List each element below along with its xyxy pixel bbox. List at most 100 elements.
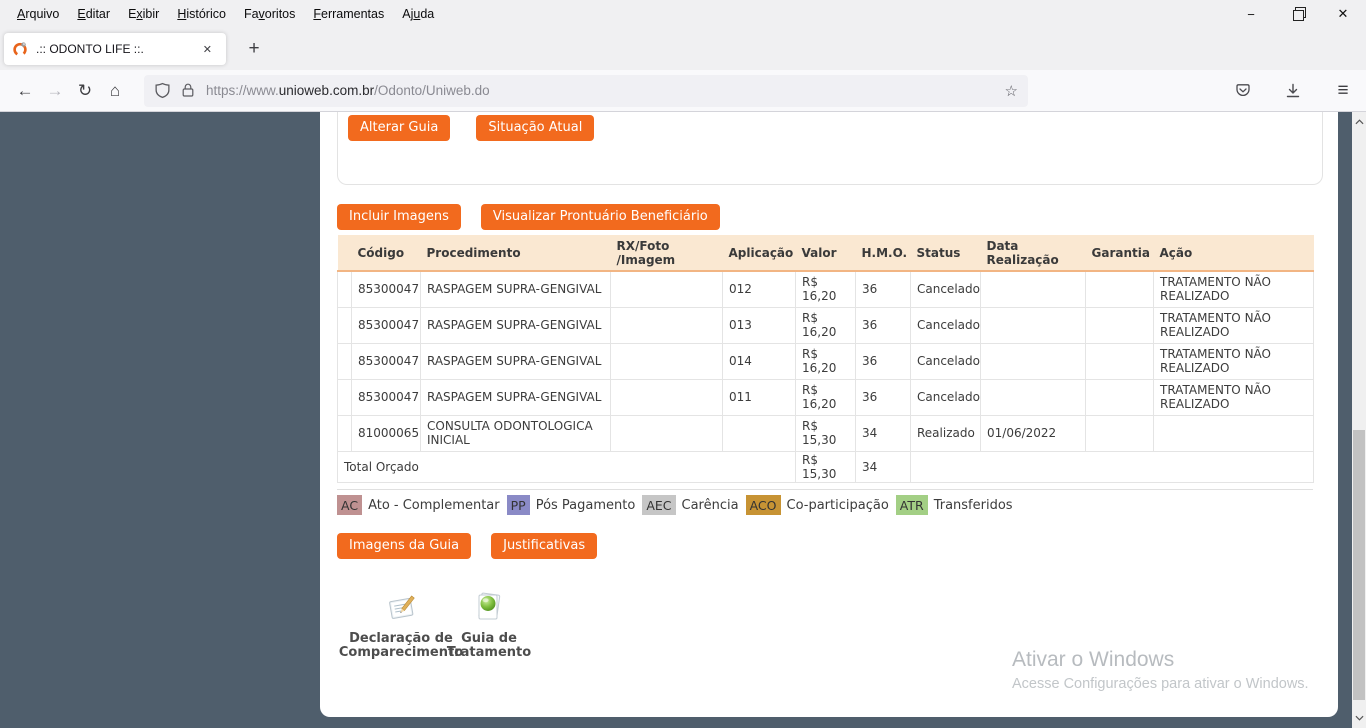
close-button[interactable]: ✕ bbox=[1320, 0, 1366, 28]
table-cell: 85300047 bbox=[351, 270, 421, 308]
tab-bar: .:: ODONTO LIFE ::. ✕ + bbox=[0, 28, 1366, 70]
table-cell: RASPAGEM SUPRA-GENGIVAL bbox=[420, 306, 611, 344]
menu-exibir[interactable]: Ex ibir bbox=[119, 0, 168, 28]
table-cell bbox=[980, 378, 1086, 416]
table-cell bbox=[1085, 270, 1154, 308]
new-tab-button[interactable]: + bbox=[240, 35, 268, 63]
scrollbar-up-icon[interactable] bbox=[1352, 114, 1366, 130]
scrollbar-thumb[interactable] bbox=[1353, 430, 1365, 700]
menu-favoritos[interactable]: Fa v oritos bbox=[235, 0, 304, 28]
table-cell: Cancelado bbox=[910, 306, 981, 344]
legend-label: Pós Pagamento bbox=[535, 497, 636, 513]
guide-documents-actions: Imagens da Guia Justificativas bbox=[337, 533, 598, 559]
column-header: Código bbox=[351, 235, 421, 272]
table-cell: 85300047 bbox=[351, 306, 421, 344]
minimize-button[interactable]: − bbox=[1228, 0, 1274, 28]
table-row: 81000065 CONSULTA ODONTOLOGICA INICIAL R$ … bbox=[337, 414, 1314, 452]
minimize-icon: − bbox=[1247, 6, 1255, 22]
table-cell: CONSULTA ODONTOLOGICA INICIAL bbox=[420, 414, 611, 452]
menu-editar[interactable]: Editar bbox=[68, 0, 119, 28]
pocket-icon[interactable] bbox=[1228, 76, 1258, 106]
url-bar[interactable]: https://www.unioweb.com.br/Odonto/Uniweb… bbox=[144, 74, 1028, 107]
total-hmo: 34 bbox=[855, 450, 911, 483]
table-cell: 85300047 bbox=[351, 342, 421, 380]
tracking-shield-icon[interactable] bbox=[154, 82, 171, 99]
table-cell: TRATAMENTO NÃO REALIZADO bbox=[1153, 270, 1314, 308]
watermark-subtitle: Acesse Configurações para ativar o Windo… bbox=[1012, 676, 1309, 692]
column-header: Ação bbox=[1153, 235, 1314, 272]
page-viewport: Alterar Guia Situação Atual Incluir Imag… bbox=[0, 112, 1366, 728]
bookmark-star-icon[interactable]: ☆ bbox=[1005, 82, 1018, 100]
table-cell: 81000065 bbox=[351, 414, 421, 452]
table-end-divider bbox=[337, 489, 1313, 490]
home-button[interactable]: ⌂ bbox=[100, 76, 130, 106]
scrollbar-down-icon[interactable] bbox=[1352, 710, 1366, 726]
close-icon: ✕ bbox=[1337, 6, 1349, 21]
navigation-toolbar: ← → ↻ ⌂ https://www.unioweb.com.br/Odont… bbox=[0, 70, 1366, 112]
visualizar-prontuario-button[interactable]: Visualizar Prontuário Beneficiário bbox=[480, 204, 720, 230]
table-cell bbox=[337, 306, 352, 344]
table-cell: 014 bbox=[722, 342, 796, 380]
windows-activation-watermark: Ativar o Windows Acesse Configurações pa… bbox=[1012, 648, 1309, 692]
menu-hamburger-icon[interactable]: ≡ bbox=[1328, 76, 1358, 106]
table-cell: 012 bbox=[722, 270, 796, 308]
table-cell bbox=[337, 378, 352, 416]
table-cell: R$ 15,30 bbox=[795, 414, 856, 452]
table-cell: Realizado bbox=[910, 414, 981, 452]
imagens-da-guia-button[interactable]: Imagens da Guia bbox=[337, 533, 472, 559]
table-cell bbox=[980, 342, 1086, 380]
reload-button[interactable]: ↻ bbox=[70, 76, 100, 106]
browser-scrollbar[interactable] bbox=[1352, 112, 1366, 728]
table-cell bbox=[610, 414, 723, 452]
url-text: https://www.unioweb.com.br/Odonto/Uniweb… bbox=[206, 83, 997, 98]
site-favicon-icon bbox=[12, 41, 28, 57]
forward-button[interactable]: → bbox=[40, 76, 70, 106]
watermark-title: Ativar o Windows bbox=[1012, 648, 1175, 671]
table-cell bbox=[1085, 414, 1154, 452]
restore-button[interactable] bbox=[1274, 0, 1320, 28]
menu-ferramentas[interactable]: Ferramentas bbox=[304, 0, 393, 28]
menu-arquivo[interactable]: Arquivo bbox=[8, 0, 68, 28]
menu-historico[interactable]: Histórico bbox=[168, 0, 235, 28]
column-header: RX/Foto /Imagem bbox=[610, 235, 723, 272]
justificativas-button[interactable]: Justificativas bbox=[491, 533, 598, 559]
legend-badge-aec: AEC bbox=[642, 495, 676, 515]
toolbar-right-icons: ≡ bbox=[1208, 76, 1358, 106]
table-cell: Cancelado bbox=[910, 378, 981, 416]
tab-close-icon[interactable]: ✕ bbox=[197, 40, 218, 59]
lock-icon[interactable] bbox=[180, 82, 197, 99]
browser-tab[interactable]: .:: ODONTO LIFE ::. ✕ bbox=[4, 33, 226, 65]
legend-label: Ato - Complementar bbox=[368, 497, 500, 513]
table-cell: RASPAGEM SUPRA-GENGIVAL bbox=[420, 270, 611, 308]
table-cell bbox=[610, 378, 723, 416]
downloads-icon[interactable] bbox=[1278, 76, 1308, 106]
table-cell bbox=[610, 342, 723, 380]
table-cell: 34 bbox=[855, 414, 911, 452]
column-header bbox=[337, 235, 352, 272]
table-cell: TRATAMENTO NÃO REALIZADO bbox=[1153, 306, 1314, 344]
table-cell bbox=[1085, 342, 1154, 380]
table-cell: R$ 16,20 bbox=[795, 306, 856, 344]
back-button[interactable]: ← bbox=[10, 76, 40, 106]
menu-ajuda[interactable]: Aj u da bbox=[393, 0, 443, 28]
table-cell: RASPAGEM SUPRA-GENGIVAL bbox=[420, 342, 611, 380]
table-cell: R$ 16,20 bbox=[795, 378, 856, 416]
table-cell: TRATAMENTO NÃO REALIZADO bbox=[1153, 342, 1314, 380]
menu-bar: Arquivo Editar Ex ibir Histórico Fa v oritos Fer… bbox=[0, 0, 443, 28]
content-panel: Alterar Guia Situação Atual Incluir Imag… bbox=[320, 112, 1338, 717]
legend-badge-ac: AC bbox=[337, 495, 363, 515]
status-legend: AC Ato - Complementar PP Pós Pagamento AEC Ca… bbox=[337, 494, 1020, 516]
guia-tratamento-link[interactable]: Guia de Tratamento bbox=[423, 590, 555, 659]
table-cell bbox=[337, 270, 352, 308]
table-cell bbox=[1085, 306, 1154, 344]
situacao-atual-button[interactable]: Situação Atual bbox=[476, 115, 595, 141]
table-cell: 013 bbox=[722, 306, 796, 344]
total-empty bbox=[910, 450, 1314, 483]
url-path: /Odonto/Uniweb.do bbox=[374, 83, 490, 98]
table-cell: 01/06/2022 bbox=[980, 414, 1086, 452]
table-cell: RASPAGEM SUPRA-GENGIVAL bbox=[420, 378, 611, 416]
table-cell: 36 bbox=[855, 306, 911, 344]
table-cell: R$ 16,20 bbox=[795, 342, 856, 380]
alterar-guia-button[interactable]: Alterar Guia bbox=[348, 115, 451, 141]
incluir-imagens-button[interactable]: Incluir Imagens bbox=[337, 204, 461, 230]
